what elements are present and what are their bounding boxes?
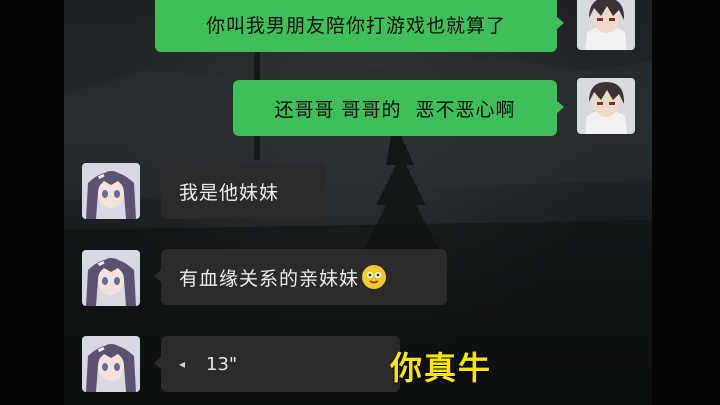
message-text: 还哥哥 哥哥的 恶不恶心啊 xyxy=(274,98,516,121)
voice-duration: 13" xyxy=(206,353,238,375)
message-bubble-incoming[interactable]: 我是他妹妹 xyxy=(154,163,326,219)
message-bubble-incoming[interactable]: 有血缘关系的亲妹妹 xyxy=(154,249,447,305)
girl-avatar[interactable] xyxy=(82,250,140,306)
bubble-tail xyxy=(154,269,162,283)
girl-avatar[interactable] xyxy=(82,163,140,219)
boy-avatar[interactable] xyxy=(577,0,635,50)
bubble-tail xyxy=(154,183,162,197)
boy-avatar[interactable] xyxy=(577,78,635,134)
left-letterbox xyxy=(0,0,64,405)
bubble-tail xyxy=(556,100,564,114)
bubble-tail xyxy=(556,16,564,30)
girl-avatar[interactable] xyxy=(82,336,140,392)
right-letterbox xyxy=(652,0,720,405)
message-bubble-outgoing[interactable]: 你叫我男朋友陪你打游戏也就算了 xyxy=(155,0,564,52)
message-text: 你叫我男朋友陪你打游戏也就算了 xyxy=(205,14,506,37)
voice-wave-icon: ◂ xyxy=(179,357,187,371)
message-text: 我是他妹妹 xyxy=(179,181,280,204)
flushed-smile-emoji-icon xyxy=(362,265,387,289)
message-text: 有血缘关系的亲妹妹 xyxy=(179,267,360,290)
bubble-tail xyxy=(154,356,162,370)
message-bubble-outgoing[interactable]: 还哥哥 哥哥的 恶不恶心啊 xyxy=(233,80,564,136)
voice-message-bubble[interactable]: ◂ 13" xyxy=(154,336,400,392)
subtitle-caption: 你真牛 xyxy=(390,349,493,387)
